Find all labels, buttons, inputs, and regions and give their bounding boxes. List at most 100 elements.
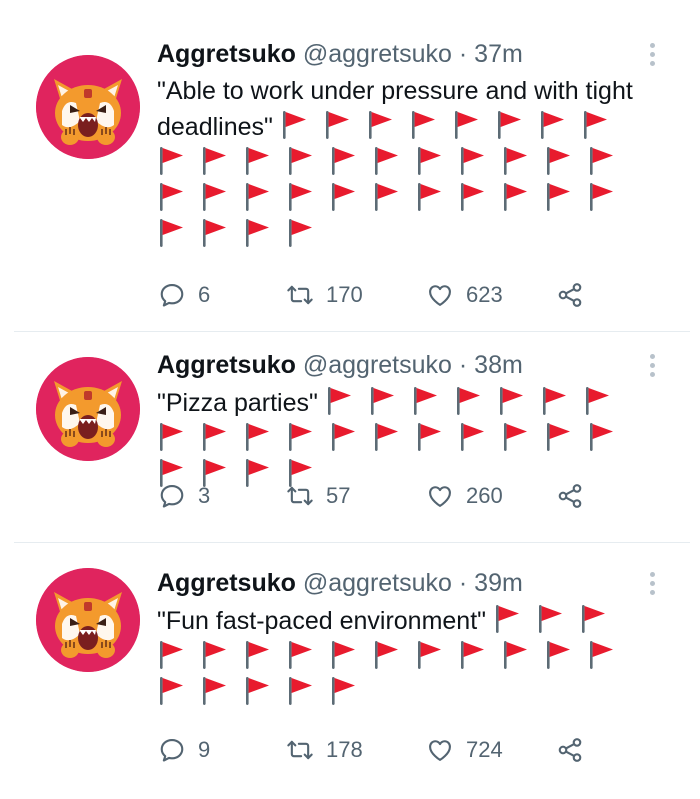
author-name[interactable]: Aggretsuko <box>157 40 296 68</box>
tweet-text: "Pizza parties" <box>157 385 657 493</box>
heart-icon <box>426 281 454 309</box>
author-name[interactable]: Aggretsuko <box>157 569 296 597</box>
red-flag-icon <box>200 422 228 452</box>
aggretsuko-avatar-icon <box>36 568 140 672</box>
red-flag-icon <box>286 640 314 670</box>
red-flag-icon <box>587 422 615 452</box>
avatar[interactable] <box>36 55 140 159</box>
red-flag-icon <box>587 146 615 176</box>
red-flag-icon <box>329 676 357 706</box>
red-flag-icon <box>458 182 486 212</box>
tweet-header: Aggretsuko @aggretsuko · 38m <box>157 348 523 382</box>
red-flag-icon <box>243 640 271 670</box>
red-flag-icon <box>579 604 607 634</box>
red-flag-icon <box>415 422 443 452</box>
red-flag-icon <box>323 110 351 140</box>
like-count: 724 <box>466 737 503 762</box>
aggretsuko-avatar-icon <box>36 357 140 461</box>
tweet-text: "Fun fast-paced environment" <box>157 603 657 711</box>
separator-dot: · <box>458 569 468 597</box>
red-flag-icon <box>544 422 572 452</box>
share-button[interactable] <box>556 479 584 513</box>
red-flag-icon <box>286 676 314 706</box>
red-flag-icon <box>286 422 314 452</box>
share-icon <box>556 736 584 764</box>
red-flag-icon <box>501 640 529 670</box>
like-button[interactable]: 260 <box>426 479 503 513</box>
avatar[interactable] <box>36 568 140 672</box>
more-options-icon[interactable] <box>640 566 664 600</box>
more-options-icon[interactable] <box>640 37 664 71</box>
retweet-count: 170 <box>326 282 363 307</box>
red-flag-icon <box>200 182 228 212</box>
like-button[interactable]: 623 <box>426 278 503 312</box>
tweet-quote: "Fun fast-paced environment" <box>157 607 487 635</box>
share-icon <box>556 482 584 510</box>
red-flag-icon <box>366 110 394 140</box>
red-flag-icon <box>157 218 185 248</box>
reply-count: 6 <box>198 282 211 307</box>
red-flag-icon <box>452 110 480 140</box>
more-options-icon[interactable] <box>640 348 664 382</box>
tweet[interactable]: Aggretsuko @aggretsuko · 37m "Able to wo… <box>0 0 700 330</box>
red-flag-icon <box>587 640 615 670</box>
red-flag-icon <box>544 640 572 670</box>
red-flag-icon <box>497 386 525 416</box>
aggretsuko-avatar-icon <box>36 55 140 159</box>
share-icon <box>556 281 584 309</box>
reply-count: 9 <box>198 737 211 762</box>
retweet-button[interactable]: 170 <box>286 278 363 312</box>
red-flag-icon <box>200 218 228 248</box>
red-flag-icon <box>200 146 228 176</box>
retweet-icon <box>286 736 314 764</box>
timestamp[interactable]: 38m <box>474 351 523 379</box>
red-flag-icon <box>200 640 228 670</box>
red-flag-icon <box>536 604 564 634</box>
red-flag-icon <box>501 182 529 212</box>
red-flag-icon <box>368 386 396 416</box>
red-flag-icon <box>538 110 566 140</box>
separator-dot: · <box>458 40 468 68</box>
red-flag-icon <box>587 182 615 212</box>
retweet-button[interactable]: 178 <box>286 733 363 767</box>
red-flag-icon <box>583 386 611 416</box>
timestamp[interactable]: 37m <box>474 40 523 68</box>
reply-button[interactable]: 6 <box>158 278 210 312</box>
author-handle[interactable]: @aggretsuko <box>303 569 452 597</box>
red-flag-icon <box>280 110 308 140</box>
red-flag-icon <box>501 146 529 176</box>
red-flag-icon <box>243 676 271 706</box>
retweet-button[interactable]: 57 <box>286 479 350 513</box>
tweet-header: Aggretsuko @aggretsuko · 37m <box>157 37 523 71</box>
avatar[interactable] <box>36 357 140 461</box>
red-flag-icon <box>243 182 271 212</box>
reply-button[interactable]: 3 <box>158 479 210 513</box>
red-flag-icon <box>540 386 568 416</box>
red-flag-icon <box>243 146 271 176</box>
red-flag-icon <box>372 640 400 670</box>
red-flag-icon <box>157 640 185 670</box>
timestamp[interactable]: 39m <box>474 569 523 597</box>
reply-count: 3 <box>198 483 211 508</box>
red-flag-icon <box>157 422 185 452</box>
author-handle[interactable]: @aggretsuko <box>303 40 452 68</box>
retweet-count: 57 <box>326 483 351 508</box>
reply-icon <box>158 281 186 309</box>
retweet-count: 178 <box>326 737 363 762</box>
tweet[interactable]: Aggretsuko @aggretsuko · 38m "Pizza part… <box>0 332 700 542</box>
heart-icon <box>426 482 454 510</box>
tweet[interactable]: Aggretsuko @aggretsuko · 39m "Fun fast-p… <box>0 543 700 799</box>
share-button[interactable] <box>556 733 584 767</box>
red-flag-icon <box>243 458 271 488</box>
red-flag-icon <box>157 182 185 212</box>
red-flag-icon <box>458 640 486 670</box>
reply-button[interactable]: 9 <box>158 733 210 767</box>
red-flag-icon <box>286 182 314 212</box>
share-button[interactable] <box>556 278 584 312</box>
author-handle[interactable]: @aggretsuko <box>303 351 452 379</box>
tweet-quote: "Pizza parties" <box>157 389 318 417</box>
author-name[interactable]: Aggretsuko <box>157 351 296 379</box>
like-button[interactable]: 724 <box>426 733 503 767</box>
tweet-header: Aggretsuko @aggretsuko · 39m <box>157 566 523 600</box>
red-flag-icon <box>454 386 482 416</box>
